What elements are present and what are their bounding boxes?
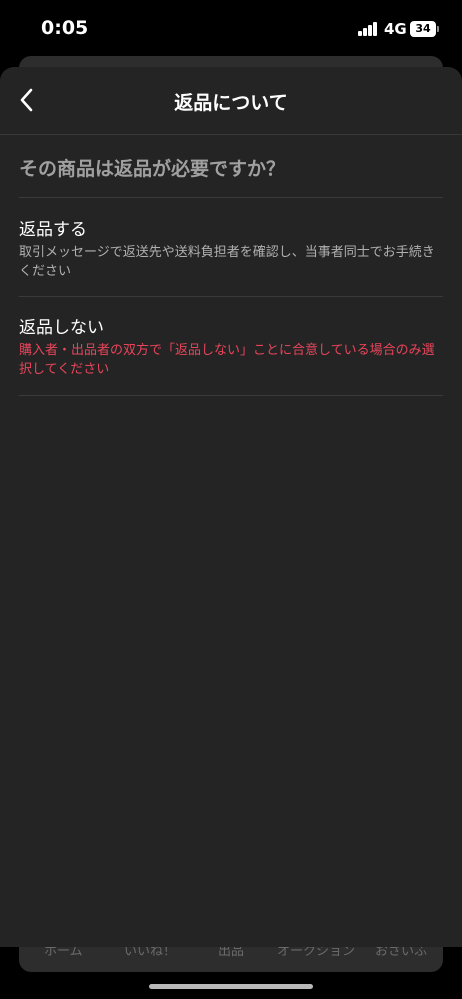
- return-sheet: 返品について その商品は返品が必要ですか？ 返品する 取引メッセージで返送先や送…: [0, 67, 462, 947]
- signal-icon: [358, 22, 378, 36]
- status-time: 0:05: [41, 17, 89, 39]
- option-no-return-title: 返品しない: [19, 318, 104, 338]
- divider: [19, 395, 443, 396]
- divider: [19, 197, 443, 198]
- option-no-return-warning: 購入者・出品者の双方で「返品しない」ことに合意している場合のみ選択してください: [19, 343, 435, 377]
- option-no-return[interactable]: 返品しない 購入者・出品者の双方で「返品しない」ことに合意している場合のみ選択し…: [19, 317, 443, 379]
- background-tab-bar: ホーム いいね！ 出品 オークション おさいふ: [19, 944, 443, 972]
- divider: [19, 296, 443, 297]
- battery-nub: [437, 26, 439, 32]
- nav-bar: 返品について: [0, 67, 462, 135]
- battery-icon: 34: [410, 21, 436, 37]
- page-title: 返品について: [174, 92, 288, 114]
- home-indicator: [149, 984, 313, 989]
- option-return-description: 取引メッセージで返送先や送料負担者を確認し、当事者同士でお手続きください: [19, 245, 435, 279]
- question-heading: その商品は返品が必要ですか？: [19, 158, 286, 180]
- network-type: 4G: [384, 20, 407, 38]
- status-bar: 0:05 4G 34: [0, 0, 462, 58]
- option-return[interactable]: 返品する 取引メッセージで返送先や送料負担者を確認し、当事者同士でお手続きくださ…: [19, 219, 443, 281]
- option-return-title: 返品する: [19, 220, 87, 240]
